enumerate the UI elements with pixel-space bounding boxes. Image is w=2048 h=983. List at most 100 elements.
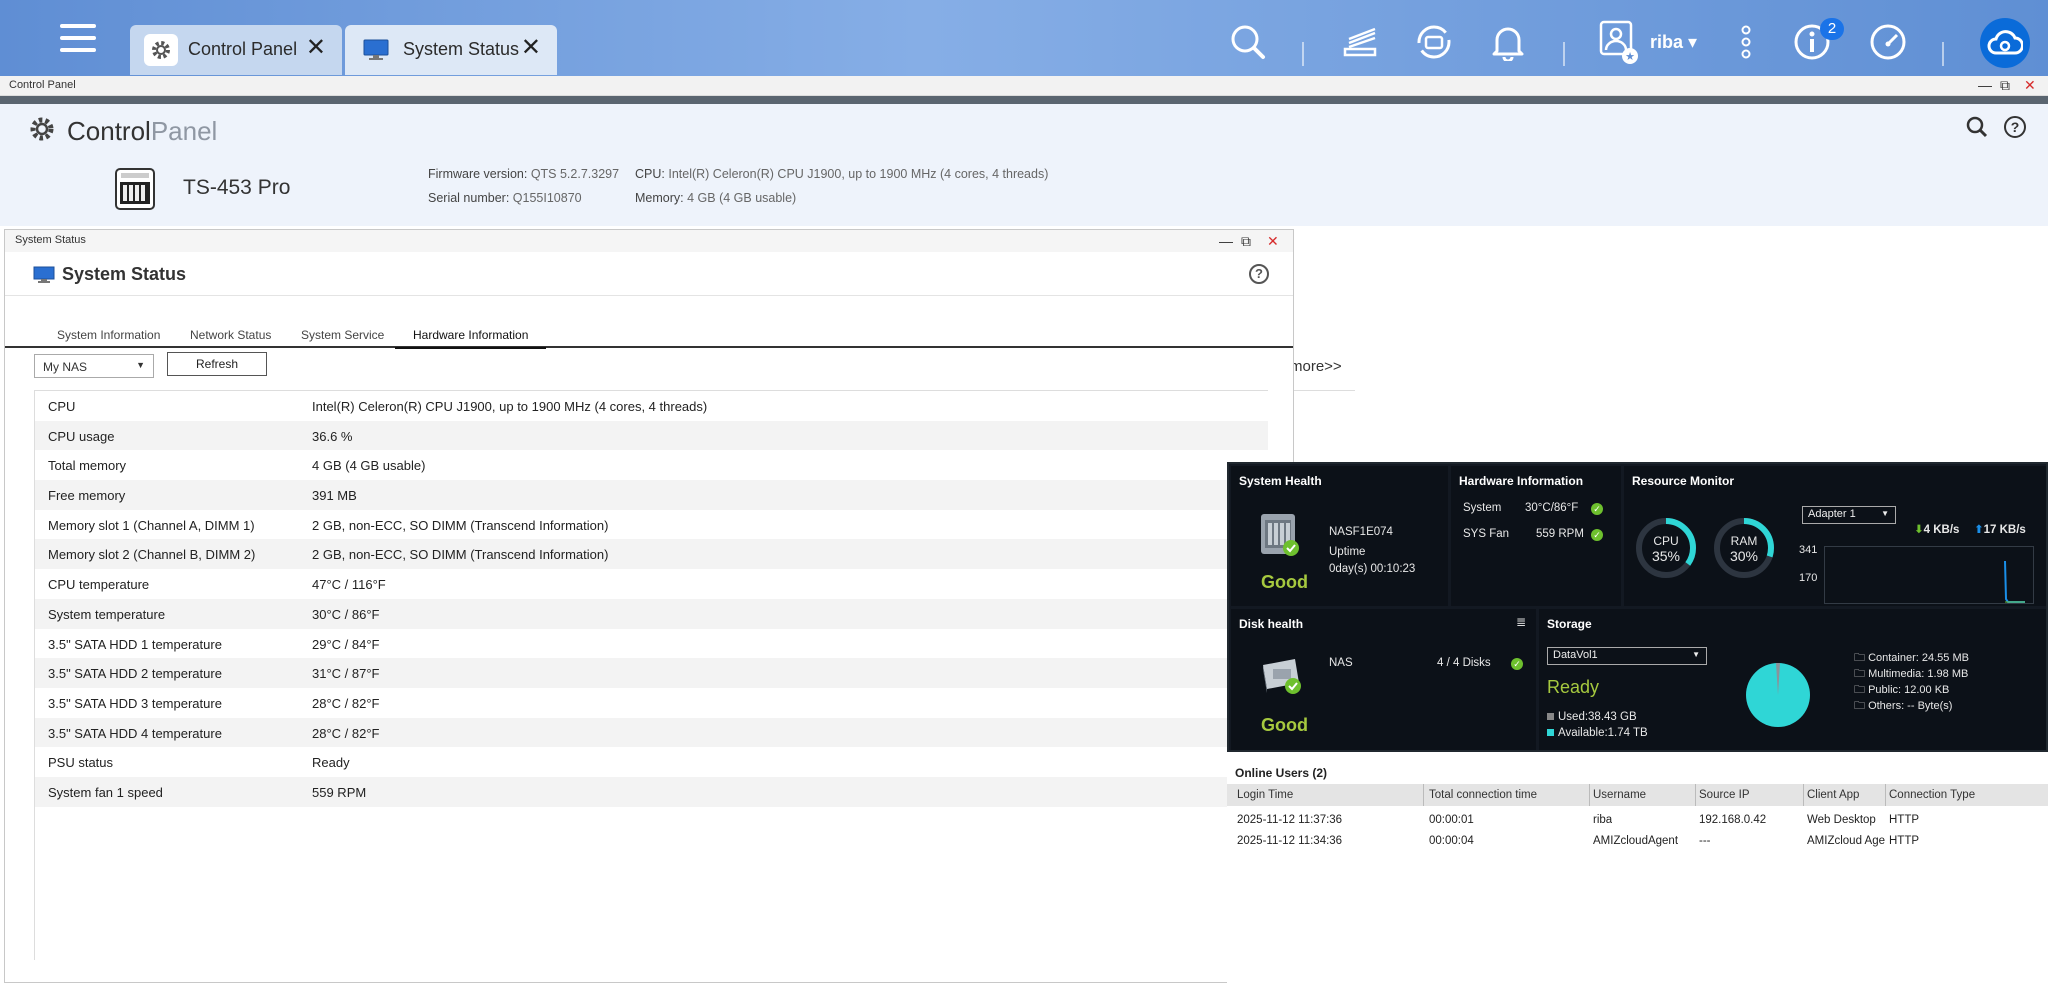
search-icon[interactable] [1228,22,1268,62]
tab-system-service[interactable]: System Service [301,328,384,342]
available-value: Available:1.74 TB [1558,727,1648,739]
download-value: 4 KB/s [1923,524,1960,536]
device-select[interactable]: My NAS ▼ [34,354,154,378]
gear-icon [144,34,178,66]
disk-group-name: NAS [1329,657,1353,669]
minimize-button[interactable]: — [1219,232,1233,250]
bell-icon[interactable] [1488,22,1528,62]
table-cell: Web Desktop [1807,814,1876,826]
user-icon[interactable]: ★ [1598,20,1638,64]
background-tasks-icon[interactable] [1340,22,1380,62]
minimize-button[interactable]: — [1978,76,1992,94]
nas-device-icon [1259,512,1299,561]
cpu-gauge-label: CPU 35% [1636,534,1696,564]
ok-check-icon: ✓ [1511,658,1523,670]
gear-icon [28,115,56,148]
download-arrow-icon: ⬇ [1914,524,1924,536]
system-temp-value: 30°C/86°F [1525,502,1579,514]
refresh-button[interactable]: Refresh [167,352,267,376]
column-username[interactable]: Username [1593,789,1646,801]
user-name-dropdown[interactable]: riba ▾ [1650,32,1697,53]
list-icon[interactable]: ≣ [1516,615,1526,629]
row-value: 31°C / 87°F [312,666,380,682]
row-value: 559 RPM [312,784,367,800]
upload-rate: ⬆17 KB/s [1974,522,2026,536]
close-button[interactable]: ✕ [2024,76,2036,94]
upload-arrow-icon: ⬆ [1974,524,1984,536]
tab-system-information[interactable]: System Information [57,328,160,342]
row-value: 2 GB, non-ECC, SO DIMM (Transcend Inform… [312,517,609,533]
column-total-connection-time[interactable]: Total connection time [1429,789,1537,801]
cloud-icon[interactable] [1980,18,2030,68]
table-row[interactable]: 2025-11-12 11:37:36 00:00:01 riba 192.168.0… [1227,810,2048,830]
table-cell: riba [1593,814,1613,826]
column-connection-type[interactable]: Connection Type [1889,789,1975,801]
table-row: CPU temperature 47°C / 116°F [35,569,1268,599]
caret-down-icon: ▼ [1692,650,1700,659]
row-value: 391 MB [312,488,357,504]
resource-monitor-panel[interactable]: Resource Monitor CPU 35% RAM 30% Adapter 1… [1624,466,2046,606]
table-row[interactable]: 2025-11-12 11:34:36 00:00:04 AMIZcloudAgen… [1227,831,2048,851]
table-cell: HTTP [1889,814,1920,826]
close-icon[interactable]: ✕ [521,36,541,60]
tab-hardware-information[interactable]: Hardware Information [395,328,547,349]
firmware-value: QTS 5.2.7.3297 [530,167,620,181]
search-icon[interactable] [1966,116,1988,143]
cpu-value: 35% [1651,548,1681,564]
nas-model: TS-453 Pro [183,176,291,199]
help-icon[interactable]: ? [1249,264,1269,284]
firmware-label: Firmware version: [428,167,528,181]
system-health-panel[interactable]: System Health Good NASF1E074 Uptime 0day… [1231,466,1448,606]
row-key: 3.5" SATA HDD 4 temperature [48,725,222,741]
close-button[interactable]: ✕ [1267,232,1279,250]
cpu-label: CPU: [635,167,665,181]
hardware-info-panel[interactable]: Hardware Information System 30°C/86°F ✓ … [1451,466,1621,606]
tab-system-status[interactable]: System Status ✕ [345,25,557,75]
row-key: 3.5" SATA HDD 3 temperature [48,695,222,711]
dashboard-widgets: System Health Good NASF1E074 Uptime 0day… [1227,462,2048,752]
table-row: Memory slot 1 (Channel A, DIMM 1) 2 GB, n… [35,510,1268,540]
used-value: Used:38.43 GB [1558,711,1637,723]
column-login-time[interactable]: Login Time [1237,789,1293,801]
available-swatch [1547,729,1554,736]
more-options-icon[interactable] [1726,22,1766,62]
table-cell: 2025-11-12 11:34:36 [1237,835,1343,847]
help-icon[interactable]: ? [2004,116,2026,138]
window-title: Control Panel [9,79,76,91]
device-select-value: My NAS [43,360,88,374]
title-main: Control [67,116,151,146]
serial-label: Serial number: [428,191,510,205]
column-client-app[interactable]: Client App [1807,789,1859,801]
storage-panel[interactable]: Storage DataVol1 ▼ Ready Used:38.43 GB Av… [1539,609,2046,750]
nas-name: NASF1E074 [1329,526,1393,538]
main-menu-button[interactable] [60,22,96,54]
adapter-select[interactable]: Adapter 1 ▼ [1802,506,1896,524]
more-link[interactable]: more>> [1290,358,1342,375]
table-row: 3.5" SATA HDD 3 temperature 28°C / 82°F [35,688,1268,718]
table-row: PSU status Ready [35,747,1268,777]
volume-select[interactable]: DataVol1 ▼ [1547,647,1707,665]
monitor-icon [33,266,55,289]
table-row: Memory slot 2 (Channel B, DIMM 2) 2 GB, n… [35,539,1268,570]
upload-value: 17 KB/s [1983,524,2026,536]
user-name: riba [1650,32,1684,52]
serial-value: Q155I10870 [512,191,582,205]
close-icon[interactable]: ✕ [306,36,326,60]
control-panel-titlebar: Control Panel — ⧉ ✕ [0,76,2048,96]
table-row: Total memory 4 GB (4 GB usable) [35,450,1268,480]
dashboard-gauge-icon[interactable] [1868,22,1908,62]
column-source-ip[interactable]: Source IP [1699,789,1750,801]
row-value: 29°C / 84°F [312,636,380,652]
page-title: ControlPanel [67,116,217,147]
row-key: System temperature [48,606,166,622]
tab-control-panel[interactable]: Control Panel ✕ [130,25,342,75]
maximize-button[interactable]: ⧉ [1241,232,1251,250]
tab-network-status[interactable]: Network Status [190,328,271,342]
tab-label: Control Panel [188,39,298,59]
sync-icon[interactable] [1414,22,1454,62]
row-value: Ready [312,755,350,771]
serial-info: Serial number: Q155I10870 [428,191,582,205]
maximize-button[interactable]: ⧉ [2000,76,2010,94]
disk-health-panel[interactable]: Disk health ≣ Good NAS 4 / 4 Disks ✓ [1231,609,1536,750]
caret-down-icon: ▼ [136,360,145,370]
